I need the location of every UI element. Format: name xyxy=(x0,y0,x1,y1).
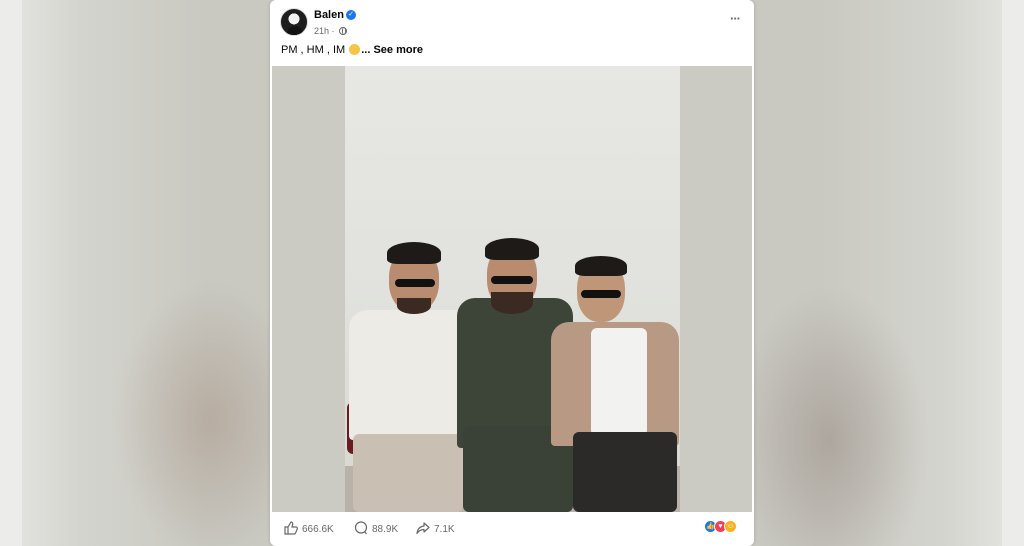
see-more-link[interactable]: ... See more xyxy=(361,44,423,56)
post-time[interactable]: 21h · xyxy=(314,26,335,36)
photo-scene xyxy=(345,66,680,512)
hair xyxy=(575,256,627,276)
smile-emoji-icon xyxy=(349,44,361,55)
background-edge-left xyxy=(0,0,22,546)
post-footer: 666.6K 88.9K 7.1K 👍 ♥ ☺ xyxy=(270,512,754,546)
sunglasses xyxy=(581,290,621,298)
comment-count: 88.9K xyxy=(372,524,399,535)
post-card: Balen ✓ 21h · ··· PM , HM , IM ... See m… xyxy=(270,0,754,546)
thumbs-up-icon xyxy=(284,521,298,535)
tshirt-white xyxy=(591,328,647,436)
trousers-beige xyxy=(353,434,463,512)
background-edge-right xyxy=(1002,0,1024,546)
like-count: 666.6K xyxy=(302,524,334,535)
post-header: Balen ✓ 21h · ··· xyxy=(270,0,754,40)
verified-badge-icon: ✓ xyxy=(346,10,356,20)
comment-button[interactable]: 88.9K xyxy=(354,521,398,535)
avatar[interactable] xyxy=(280,8,308,36)
sunglasses xyxy=(395,279,435,287)
caption-text: PM , HM , IM xyxy=(281,44,346,56)
reaction-summary[interactable]: 👍 ♥ ☺ xyxy=(704,520,742,534)
hair xyxy=(485,238,539,260)
hair xyxy=(387,242,441,264)
author-name[interactable]: Balen xyxy=(314,9,344,21)
more-options-icon[interactable]: ··· xyxy=(730,12,741,25)
comment-icon xyxy=(354,521,368,535)
beard xyxy=(397,298,431,314)
like-button[interactable]: 666.6K xyxy=(284,521,334,535)
post-caption: PM , HM , IM ... See more xyxy=(281,44,423,56)
share-button[interactable]: 7.1K xyxy=(416,521,455,535)
trousers-dark xyxy=(573,432,677,512)
post-photo[interactable] xyxy=(272,66,752,512)
share-count: 7.1K xyxy=(434,524,455,535)
beard xyxy=(491,292,533,314)
globe-icon xyxy=(339,27,347,35)
care-reaction-icon: ☺ xyxy=(724,520,737,533)
sunglasses xyxy=(491,276,533,284)
share-icon xyxy=(416,522,430,535)
